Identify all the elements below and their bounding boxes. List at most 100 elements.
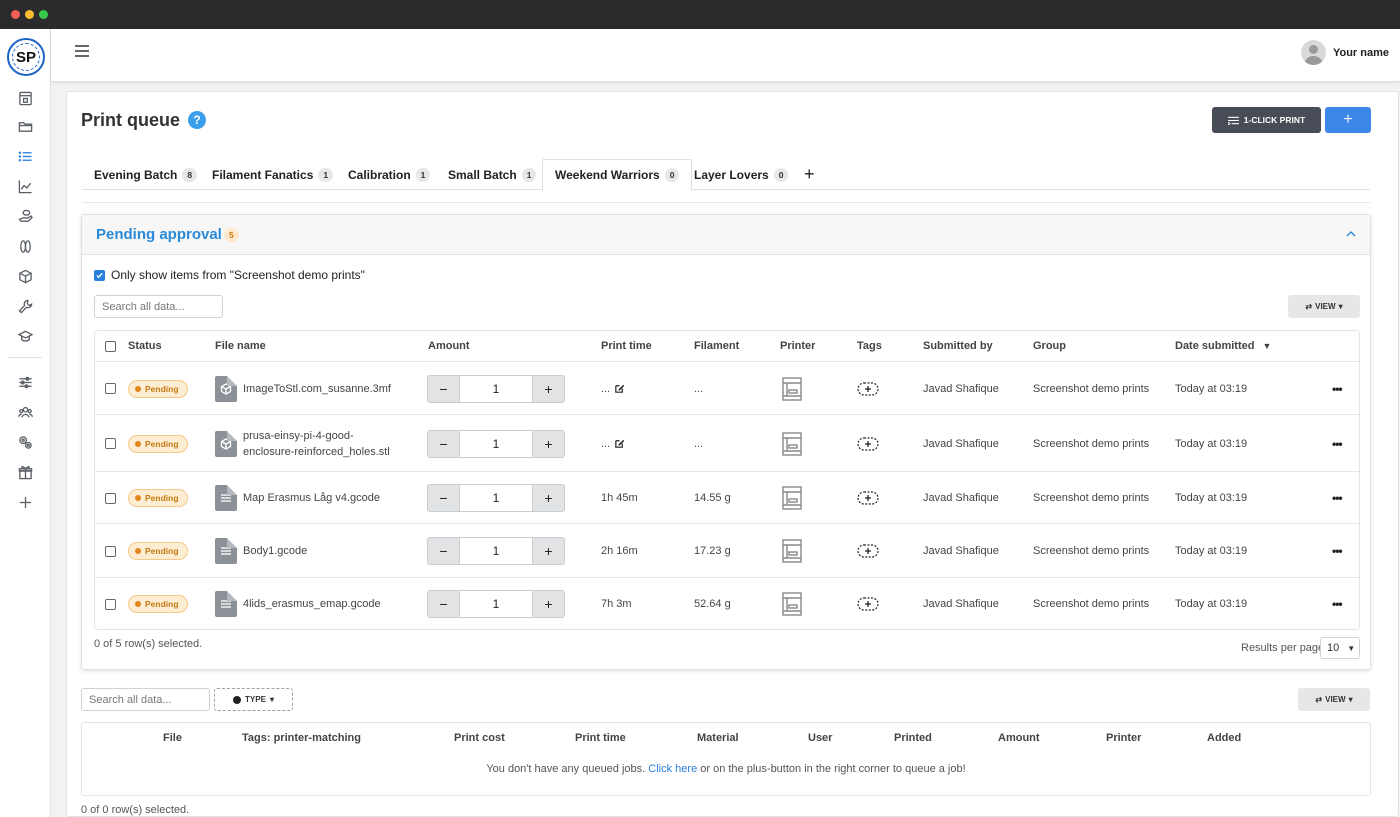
pending-search-input[interactable]: Search all data... <box>94 295 223 318</box>
maximize-window-button[interactable] <box>39 10 48 19</box>
list-icon[interactable] <box>14 145 36 167</box>
tab-small-batch[interactable]: Small Batch 1 <box>436 159 548 190</box>
tab-weekend-warriors[interactable]: Weekend Warriors 0 <box>542 159 693 191</box>
edit-icon[interactable] <box>614 438 625 449</box>
more-options-icon[interactable]: ••• <box>1332 597 1343 611</box>
increment-button[interactable]: + <box>532 374 565 403</box>
sliders-icon[interactable] <box>14 371 36 393</box>
quantity-input[interactable]: 1 <box>460 429 532 458</box>
close-window-button[interactable] <box>11 10 20 19</box>
queue-view-button[interactable]: ⇄ VIEW ▾ <box>1298 688 1370 711</box>
column-header-printed[interactable]: Printed <box>894 723 932 753</box>
printer-cell[interactable] <box>781 362 803 415</box>
users-icon[interactable] <box>14 401 36 423</box>
quantity-input[interactable]: 1 <box>460 374 532 403</box>
quantity-input[interactable]: 1 <box>460 537 532 565</box>
file-cell[interactable]: Map Erasmus Låg v4.gcode <box>215 472 380 524</box>
column-header-group[interactable]: Group <box>1033 331 1066 361</box>
quantity-stepper[interactable]: −1 + <box>427 537 565 565</box>
decrement-button[interactable]: − <box>427 590 460 618</box>
cube-icon[interactable] <box>14 265 36 287</box>
queue-job-link[interactable]: Click here <box>648 763 697 775</box>
file-cell[interactable]: Body1.gcode <box>215 524 307 578</box>
gift-icon[interactable] <box>14 461 36 483</box>
row-actions[interactable]: ••• <box>1332 415 1343 472</box>
checkbox[interactable] <box>105 438 116 449</box>
printer-icon[interactable] <box>781 538 803 564</box>
printer-cell[interactable] <box>781 578 803 630</box>
column-header-added[interactable]: Added <box>1207 723 1241 753</box>
add-tag-icon[interactable] <box>857 436 879 451</box>
row-checkbox[interactable] <box>105 472 116 524</box>
logo[interactable]: SP <box>7 38 45 76</box>
row-actions[interactable]: ••• <box>1332 362 1343 415</box>
tab-filament-fanatics[interactable]: Filament Fanatics 1 <box>200 159 345 190</box>
checkbox[interactable] <box>105 598 116 610</box>
wrench-icon[interactable] <box>14 295 36 317</box>
file-name[interactable]: 4lids_erasmus_emap.gcode <box>243 596 381 612</box>
checkbox[interactable] <box>105 340 116 352</box>
help-icon[interactable]: ? <box>188 111 206 129</box>
user-menu[interactable]: Your name <box>1300 40 1389 65</box>
table-row[interactable]: Pending Map Erasmus Låg v4.gcode −1 +1h 45m… <box>95 471 1359 523</box>
quantity-stepper[interactable]: −1 + <box>427 484 565 512</box>
spool-icon[interactable] <box>14 235 36 257</box>
add-tag-icon[interactable] <box>857 381 879 396</box>
column-header-print-cost[interactable]: Print cost <box>454 723 505 753</box>
column-header-user[interactable]: User <box>808 723 832 753</box>
row-checkbox[interactable] <box>105 362 116 415</box>
hand-spool-icon[interactable] <box>14 205 36 227</box>
decrement-button[interactable]: − <box>427 484 460 512</box>
column-header-tags[interactable]: Tags <box>857 331 882 361</box>
column-header-file[interactable]: File <box>163 723 182 753</box>
quantity-input[interactable]: 1 <box>460 484 532 512</box>
row-checkbox[interactable] <box>105 415 116 472</box>
file-name[interactable]: ImageToStl.com_susanne.3mf <box>243 381 391 397</box>
select-all-checkbox[interactable] <box>105 331 116 361</box>
printer-icon[interactable] <box>781 376 803 402</box>
edit-icon[interactable] <box>614 383 625 394</box>
printer-dashboard-icon[interactable] <box>14 87 36 109</box>
plus-icon[interactable] <box>14 491 36 513</box>
tags-cell[interactable] <box>857 415 879 472</box>
increment-button[interactable]: + <box>532 537 565 565</box>
more-options-icon[interactable]: ••• <box>1332 491 1343 505</box>
table-row[interactable]: Pending 4lids_erasmus_emap.gcode −1 +7h 3m 5… <box>95 577 1359 629</box>
printer-cell[interactable] <box>781 415 803 472</box>
group-filter-checkbox[interactable]: Only show items from "Screenshot demo pr… <box>94 268 365 282</box>
quantity-stepper[interactable]: −1 + <box>427 374 565 403</box>
column-header-file-name[interactable]: File name <box>215 331 266 361</box>
printer-cell[interactable] <box>781 472 803 524</box>
column-header-printer[interactable]: Printer <box>1106 723 1141 753</box>
column-header-filament[interactable]: Filament <box>694 331 739 361</box>
file-cell[interactable]: ImageToStl.com_susanne.3mf <box>215 362 391 415</box>
quantity-stepper[interactable]: −1 + <box>427 590 565 618</box>
more-options-icon[interactable]: ••• <box>1332 382 1343 396</box>
chevron-up-icon[interactable] <box>1346 229 1356 239</box>
add-tag-icon[interactable] <box>857 491 879 505</box>
decrement-button[interactable]: − <box>427 429 460 458</box>
graduation-cap-icon[interactable] <box>14 325 36 347</box>
file-name[interactable]: Map Erasmus Låg v4.gcode <box>243 490 380 506</box>
tab-evening-batch[interactable]: Evening Batch 8 <box>82 159 209 190</box>
tab-layer-lovers[interactable]: Layer Lovers 0 <box>682 159 800 190</box>
avatar[interactable] <box>1300 40 1326 65</box>
column-header-print-time[interactable]: Print time <box>575 723 626 753</box>
column-header-date-submitted[interactable]: Date submitted ▼ <box>1175 331 1271 361</box>
checkbox[interactable] <box>105 383 116 394</box>
decrement-button[interactable]: − <box>427 374 460 403</box>
increment-button[interactable]: + <box>532 429 565 458</box>
pending-approval-header[interactable]: Pending approval 5 <box>82 215 1370 255</box>
column-header-print-time[interactable]: Print time <box>601 331 652 361</box>
pending-view-button[interactable]: ⇄ VIEW ▾ <box>1288 295 1360 318</box>
column-header-amount[interactable]: Amount <box>998 723 1040 753</box>
hamburger-menu-icon[interactable] <box>75 45 89 57</box>
add-tag-icon[interactable] <box>857 544 879 558</box>
checkbox-checked[interactable] <box>94 269 105 281</box>
add-queue-item-button[interactable]: + <box>1325 107 1371 133</box>
row-checkbox[interactable] <box>105 578 116 630</box>
file-name[interactable]: Body1.gcode <box>243 543 307 559</box>
tags-cell[interactable] <box>857 578 879 630</box>
column-header-tags-printer-matching[interactable]: Tags: printer-matching <box>242 723 361 753</box>
table-row[interactable]: Pending Body1.gcode −1 +2h 16m 17.23 g Javad … <box>95 523 1359 577</box>
